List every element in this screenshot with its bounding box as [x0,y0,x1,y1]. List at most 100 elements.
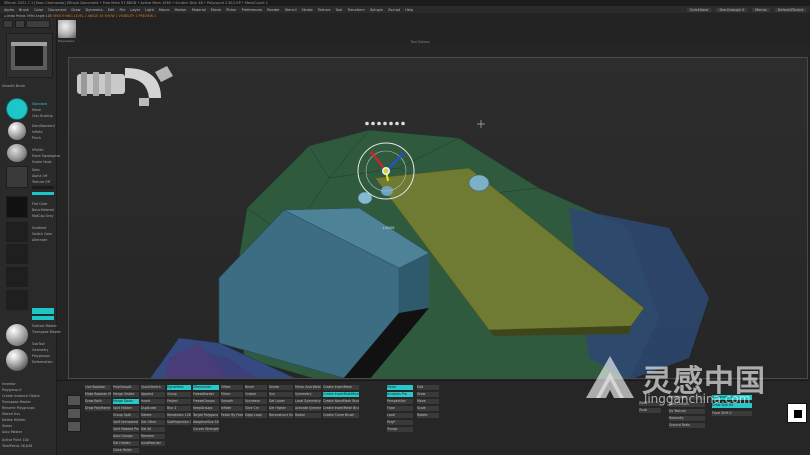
menu-item[interactable]: Help [405,8,413,12]
tray-button[interactable]: Rotate [417,413,439,418]
menubar-right-button[interactable]: Menus [752,7,770,12]
tray-button[interactable]: Edge Loop [245,413,267,418]
subtool-thumb[interactable] [67,421,81,432]
tray-button[interactable]: Offset [221,385,243,390]
tray-button[interactable]: Scale [417,406,439,411]
menu-item[interactable]: Texture [318,8,331,12]
tray-button[interactable]: Polish By Features [221,413,243,418]
tray-button[interactable]: Blur 2 [167,406,191,411]
render-option[interactable]: Ds Texture [669,409,705,414]
tray-button[interactable]: Activate Symmetry [295,406,321,411]
zadd-button[interactable]: Zadd [639,401,661,406]
tray-button[interactable]: Curves Strength 50 [193,427,219,432]
tray-button[interactable]: SubProjection 0.6 [167,420,191,425]
menu-item[interactable]: Zscript [388,8,400,12]
tray-button[interactable]: DynaMesh [167,385,191,390]
tray-button[interactable]: FreezeGroups [193,399,219,404]
tray-button[interactable]: Split Masked Points [113,427,139,432]
tray-button[interactable]: Mirror [221,392,243,397]
menu-item[interactable]: Draw [71,8,80,12]
tray-button[interactable]: Perspective [387,399,413,404]
matcap-sphere-2[interactable] [6,349,28,371]
tray-button[interactable]: Del Hidden [113,441,139,446]
slider[interactable] [32,192,54,195]
tray-button[interactable]: Draw [417,392,439,397]
lightbox-button[interactable] [15,20,25,28]
tray-button[interactable]: Delete [141,413,165,418]
tray-button[interactable]: Auto Groups [113,434,139,439]
tray-button[interactable]: Mirror [387,385,413,390]
material-sphere[interactable] [8,122,26,140]
render-option[interactable]: Polygroups [669,395,705,400]
menu-item[interactable]: Edit [108,8,115,12]
menu-item[interactable]: Marker [175,8,187,12]
bottom-label[interactable]: Auto Master [2,430,22,434]
tray-button[interactable]: Del Other [141,420,165,425]
tray-button[interactable]: Rename [141,434,165,439]
tray-button[interactable]: Local [387,413,413,418]
tray-button[interactable]: Close Holes [113,448,139,453]
tray-button[interactable]: Merge Down [113,399,139,404]
menu-item[interactable]: Alpha [4,8,14,12]
tray-button[interactable]: Divide [269,385,293,390]
tray-button[interactable]: Create InsertMesh Brush [323,406,359,411]
tray-button[interactable]: Insert [141,399,165,404]
tray-button[interactable]: Group [167,392,191,397]
tray-button[interactable]: Mirror And Weld [295,385,321,390]
bottom-label[interactable]: Sheen [2,424,12,428]
bottom-label[interactable]: Transpose Master [2,400,31,404]
tray-button[interactable]: Split Unmasked Points [113,420,139,425]
tray-button[interactable]: Project [167,399,191,404]
render-option[interactable]: Radiosity [669,416,705,421]
subtool-thumb[interactable] [67,408,81,419]
render-option[interactable]: Auto Groups [669,402,705,407]
zsub-button[interactable]: Zsub [639,408,661,413]
tray-button[interactable]: Draw Polyframe [85,406,111,411]
tray-button[interactable]: Suv [269,392,293,397]
tray-button[interactable]: Merge Visible [113,392,139,397]
tray-button[interactable]: FreezeBorder [193,392,219,397]
stroke-dots[interactable] [6,166,28,188]
tray-button[interactable]: Draw Both [85,399,111,404]
tray-button[interactable]: Floor [387,406,413,411]
brush-thumbnail[interactable] [6,98,28,120]
canvas-viewport[interactable]: 1.6508 [68,57,808,379]
texture-thumbnail[interactable] [6,222,28,242]
menu-item[interactable]: Color [34,8,43,12]
menu-item[interactable]: Stencil [285,8,297,12]
tray-button[interactable]: Radial [295,413,321,418]
subtool-thumb[interactable] [67,395,81,406]
tray-button[interactable]: Bevel [245,385,267,390]
active-toggle[interactable] [32,316,54,320]
draw-size-slider[interactable]: Draw Size 64 [712,403,752,408]
tray-button[interactable]: Target Polygons Count 5 [193,413,219,418]
tray-button[interactable]: Inflate [221,406,243,411]
menu-item[interactable]: Layer [130,8,140,12]
menu-item[interactable]: File [120,8,126,12]
menu-item[interactable]: Brush [19,8,29,12]
tray-button[interactable]: AdaptiveSize 50 [193,420,219,425]
tray-button[interactable]: QuickSketch [141,385,165,390]
menubar-right-button[interactable]: QuickSave [686,7,712,12]
tray-button[interactable]: Create NanoMesh Brush [323,399,359,404]
bottom-label[interactable]: Delete Hidden [2,418,26,422]
tray-button[interactable]: Resolution 128 [167,413,191,418]
matcap-sphere[interactable] [6,324,28,346]
tray-button[interactable]: Duplicate [141,406,165,411]
menubar-right-button[interactable]: DefaultZScript [774,7,806,12]
material-thumbnail[interactable] [6,267,28,287]
tray-button[interactable]: Make Boolean Mesh [85,392,111,397]
tray-button[interactable]: Move [417,399,439,404]
tray-button[interactable]: KeepGroups [193,406,219,411]
menu-item[interactable]: Preferences [242,8,263,12]
slider[interactable] [32,186,54,189]
stroke-thumbnail[interactable] [7,144,27,162]
bottom-label[interactable]: Create Instance Object [2,394,40,398]
bottom-label[interactable]: Stored Uvs [2,412,20,416]
tray-button[interactable]: Edit [417,385,439,390]
tray-button[interactable]: Split Hidden [113,406,139,411]
tray-button[interactable]: Del All [141,427,165,432]
alpha-thumbnail[interactable] [6,196,28,218]
tool-preview[interactable] [6,33,53,78]
tray-button[interactable]: PolyGroupIt [113,385,139,390]
